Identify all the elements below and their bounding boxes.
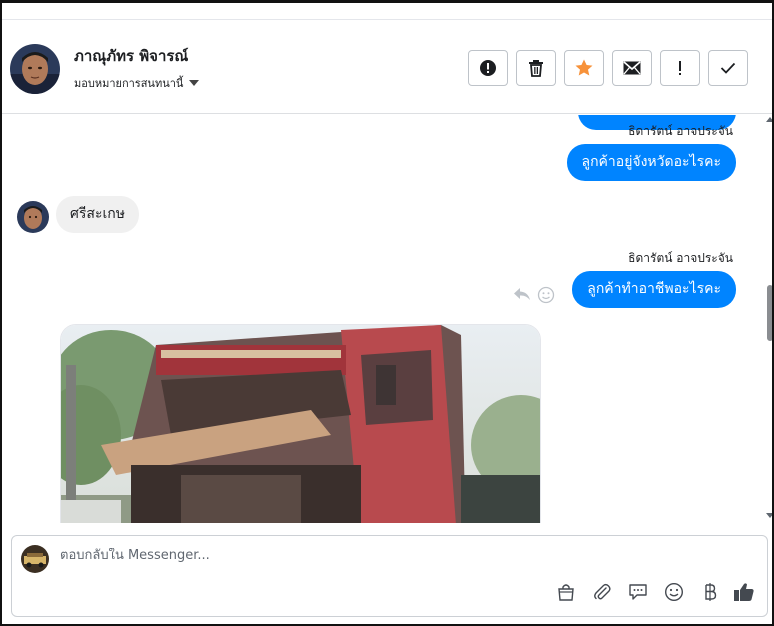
like-button[interactable] [732,582,756,606]
shop-button[interactable] [554,582,578,606]
emoji-icon [664,582,684,606]
reply-icon[interactable] [513,286,531,306]
thumbs-up-icon [733,582,755,606]
outgoing-message[interactable]: ลูกค้าทำอาชีพอะไรคะ [572,271,736,308]
exclamation-icon [677,60,683,76]
thread-scrollbar[interactable] [766,115,772,523]
check-icon [720,62,736,74]
attach-button[interactable] [590,582,614,606]
alert-circle-icon [479,59,497,77]
contact-avatar[interactable] [10,44,60,94]
saved-replies-button[interactable] [626,582,650,606]
trash-icon [528,59,544,77]
message-thread[interactable]: ธิดารัตน์ อาจประจัน ลูกค้าอยู่จังหวัดอะไ… [2,115,766,523]
message-sender: ธิดารัตน์ อาจประจัน [628,251,733,265]
assign-label: มอบหมายการสนทนานี้ [74,77,184,90]
react-emoji-icon[interactable] [537,286,555,308]
envelope-icon [623,61,641,75]
baht-icon [703,582,717,606]
mark-unread-button[interactable] [612,50,652,86]
mark-done-button[interactable] [708,50,748,86]
caret-down-icon [189,80,200,86]
incoming-message[interactable]: ศรีสะเกษ [56,196,139,233]
reply-input[interactable] [60,548,660,563]
paperclip-icon [593,583,611,605]
contact-name[interactable]: ภาณุภัทร พิจารณ์ [74,44,188,68]
delete-button[interactable] [516,50,556,86]
star-icon [574,58,594,78]
message-sender: ธิดารัตน์ อาจประจัน [628,124,733,138]
payment-button[interactable] [698,582,722,606]
page-avatar [21,545,49,573]
scroll-down-arrow-icon[interactable] [766,513,772,518]
conversation-header: ภาณุภัทร พิจารณ์ มอบหมายการสนทนานี้ [2,20,772,114]
emoji-button[interactable] [662,582,686,606]
saved-reply-icon [628,583,648,605]
assign-conversation-dropdown[interactable]: มอบหมายการสนทนานี้ [74,74,200,92]
scroll-thumb[interactable] [767,285,772,341]
scroll-up-arrow-icon[interactable] [766,117,772,122]
outgoing-message[interactable]: ลูกค้าอยู่จังหวัดอะไรคะ [566,144,736,181]
star-button[interactable] [564,50,604,86]
reply-composer [11,535,768,617]
contact-avatar-small[interactable] [17,201,49,233]
shopping-bag-icon [557,583,575,605]
mark-spam-button[interactable] [468,50,508,86]
follow-up-button[interactable] [660,50,700,86]
messenger-window: ภาณุภัทร พิจารณ์ มอบหมายการสนทนานี้ ธิดา… [0,0,774,626]
image-attachment[interactable] [60,324,541,523]
